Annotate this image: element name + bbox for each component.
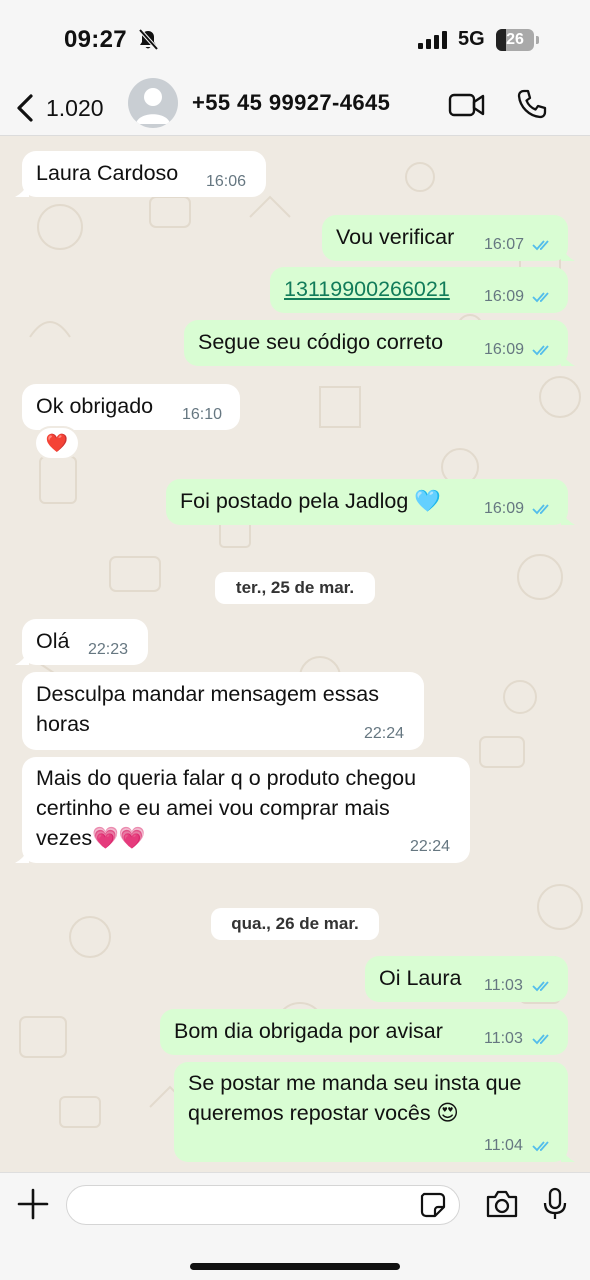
- signal-icon: [418, 31, 447, 49]
- message-text-line: Mais do queria falar q o produto chegou: [36, 766, 417, 790]
- status-time: 09:27: [64, 26, 127, 53]
- message-time: 22:24: [410, 838, 451, 855]
- home-indicator[interactable]: [190, 1263, 400, 1270]
- bell-slash-icon: [138, 29, 158, 51]
- message-time: 22:24: [364, 725, 405, 742]
- avatar[interactable]: [128, 78, 178, 128]
- message-time: 11:04: [484, 1137, 523, 1154]
- message-bubble-outgoing[interactable]: 13119900266021 16:09: [270, 267, 568, 313]
- read-ticks-icon: [532, 240, 549, 251]
- date-separator: qua., 26 de mar.: [211, 908, 379, 940]
- chat-area[interactable]: Laura Cardoso 16:06 Vou verificar 16:07 …: [0, 137, 590, 1172]
- read-ticks-icon: [532, 292, 549, 303]
- chevron-left-icon: [17, 94, 33, 122]
- message-text-line: queremos repostar vocês 😍: [188, 1101, 459, 1125]
- battery-level: 26: [506, 31, 524, 48]
- compose-bar: [0, 1172, 590, 1280]
- message-text: Oi Laura: [379, 966, 462, 990]
- sticker-icon[interactable]: [420, 1192, 446, 1218]
- unread-count: 1.020: [46, 94, 104, 121]
- read-ticks-icon: [532, 1141, 549, 1152]
- contact-name[interactable]: +55 45 99927-4645: [192, 90, 390, 116]
- message-time: 22:23: [88, 641, 129, 658]
- message-time: 16:10: [182, 406, 223, 423]
- message-bubble-outgoing[interactable]: Foi postado pela Jadlog 🩵 16:09: [166, 479, 575, 525]
- microphone-icon[interactable]: [543, 1187, 567, 1221]
- message-bubble-outgoing[interactable]: Vou verificar 16:07: [322, 215, 575, 261]
- message-time: 16:09: [484, 341, 525, 358]
- camera-icon[interactable]: [485, 1189, 519, 1219]
- message-text: Segue seu código correto: [198, 330, 444, 354]
- message-time: 11:03: [484, 1030, 523, 1047]
- message-bubble-outgoing[interactable]: Se postar me manda seu insta que queremo…: [174, 1062, 575, 1162]
- message-input[interactable]: [66, 1185, 460, 1225]
- battery-icon: 26: [496, 29, 540, 51]
- message-bubble-incoming[interactable]: Olá 22:23: [15, 619, 148, 665]
- message-time: 16:09: [484, 288, 525, 305]
- chat-header: 1.020 +55 45 99927-4645: [0, 78, 590, 136]
- message-time: 11:03: [484, 977, 523, 994]
- message-text: Vou verificar: [336, 225, 455, 249]
- message-text: Foi postado pela Jadlog 🩵: [180, 489, 442, 513]
- back-button[interactable]: 1.020: [14, 88, 104, 128]
- message-time: 16:07: [484, 236, 525, 253]
- message-reaction[interactable]: ❤️: [34, 426, 80, 460]
- message-text: Laura Cardoso: [36, 161, 179, 185]
- phone-icon[interactable]: [516, 88, 548, 120]
- message-bubble-incoming[interactable]: Desculpa mandar mensagem essas horas 22:…: [22, 672, 424, 750]
- message-text-line: Se postar me manda seu insta que: [188, 1071, 522, 1095]
- message-time: 16:06: [206, 173, 247, 190]
- message-text: Ok obrigado: [36, 394, 154, 418]
- video-call-icon[interactable]: [448, 90, 486, 120]
- status-bar: 09:27 5G 26: [0, 0, 590, 80]
- read-ticks-icon: [532, 981, 549, 992]
- read-ticks-icon: [532, 504, 549, 515]
- message-text-line: certinho e eu amei vou comprar mais: [36, 796, 390, 820]
- message-text-line: horas: [36, 712, 90, 736]
- message-bubble-outgoing[interactable]: Oi Laura 11:03: [365, 956, 568, 1002]
- tracking-code-link[interactable]: 13119900266021: [284, 274, 450, 304]
- date-separator: ter., 25 de mar.: [215, 572, 375, 604]
- avatar-icon: [136, 88, 170, 124]
- message-time: 16:09: [484, 500, 525, 517]
- read-ticks-icon: [532, 345, 549, 356]
- message-bubble-incoming[interactable]: Mais do queria falar q o produto chegou …: [15, 757, 470, 863]
- read-ticks-icon: [532, 1034, 549, 1045]
- message-bubble-outgoing[interactable]: Bom dia obrigada por avisar 11:03: [160, 1009, 568, 1055]
- network-type: 5G: [458, 28, 485, 50]
- plus-icon[interactable]: [16, 1187, 50, 1221]
- message-text-line: Desculpa mandar mensagem essas: [36, 682, 379, 706]
- message-text: Bom dia obrigada por avisar: [174, 1019, 443, 1043]
- message-bubble-incoming[interactable]: Laura Cardoso 16:06: [15, 151, 266, 197]
- message-bubble-incoming[interactable]: Ok obrigado 16:10: [22, 384, 240, 430]
- heart-reaction-icon: ❤️: [45, 432, 69, 453]
- message-text: Olá: [36, 629, 70, 653]
- message-text-line: vezes💗💗: [36, 826, 146, 850]
- message-bubble-outgoing[interactable]: Segue seu código correto 16:09: [184, 320, 575, 366]
